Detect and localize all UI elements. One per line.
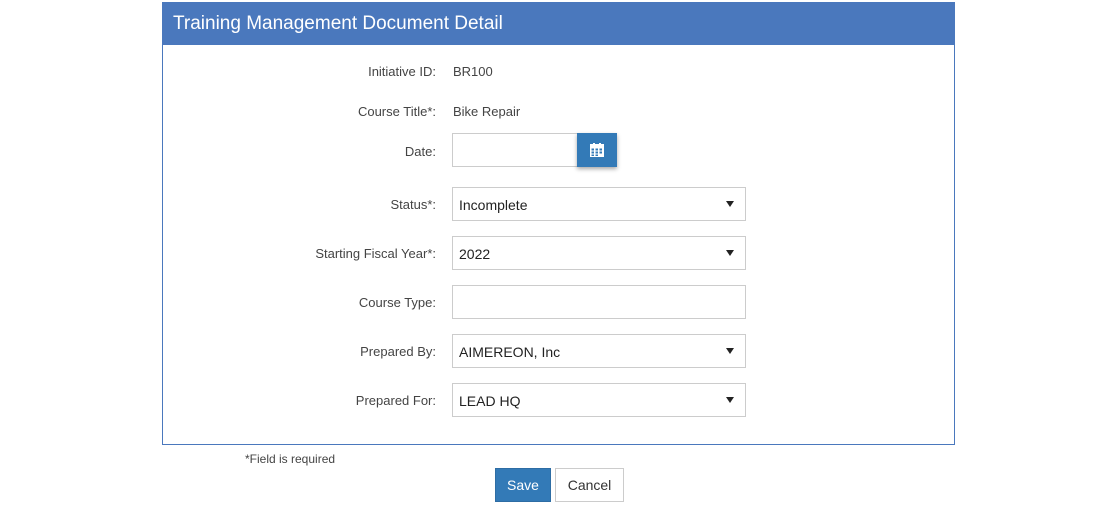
prepared-for-label: Prepared For: bbox=[355, 393, 436, 408]
status-select[interactable]: Incomplete bbox=[452, 187, 746, 221]
save-button[interactable]: Save bbox=[495, 468, 551, 502]
required-field-note: *Field is required bbox=[245, 452, 336, 466]
starting-fiscal-year-selected-value: 2022 bbox=[459, 246, 491, 262]
caret-down-icon bbox=[726, 201, 734, 207]
caret-down-icon bbox=[726, 250, 734, 256]
prepared-for-selected-value: LEAD HQ bbox=[459, 393, 521, 409]
initiative-id-value: BR100 bbox=[453, 64, 493, 79]
date-input[interactable] bbox=[452, 133, 578, 167]
course-type-input[interactable] bbox=[452, 285, 746, 319]
caret-down-icon bbox=[726, 397, 734, 403]
prepared-by-label: Prepared By: bbox=[360, 344, 436, 359]
prepared-by-select[interactable]: AIMEREON, Inc bbox=[452, 334, 746, 368]
starting-fiscal-year-label: Starting Fiscal Year*: bbox=[315, 246, 436, 261]
cancel-button[interactable]: Cancel bbox=[555, 468, 624, 502]
date-label: Date: bbox=[404, 144, 436, 159]
prepared-for-select[interactable]: LEAD HQ bbox=[452, 383, 746, 417]
caret-down-icon bbox=[726, 348, 734, 354]
panel-title: Training Management Document Detail bbox=[163, 3, 954, 45]
calendar-icon bbox=[590, 143, 604, 157]
status-label: Status*: bbox=[390, 197, 436, 212]
initiative-id-label: Initiative ID: bbox=[368, 64, 436, 79]
status-selected-value: Incomplete bbox=[459, 197, 528, 213]
starting-fiscal-year-select[interactable]: 2022 bbox=[452, 236, 746, 270]
prepared-by-selected-value: AIMEREON, Inc bbox=[459, 344, 561, 360]
date-picker-button[interactable] bbox=[577, 133, 617, 167]
document-detail-panel: Training Management Document Detail Init… bbox=[162, 2, 955, 445]
course-title-value: Bike Repair bbox=[453, 104, 521, 119]
course-title-label: Course Title*: bbox=[357, 104, 436, 119]
course-type-label: Course Type: bbox=[358, 295, 436, 310]
